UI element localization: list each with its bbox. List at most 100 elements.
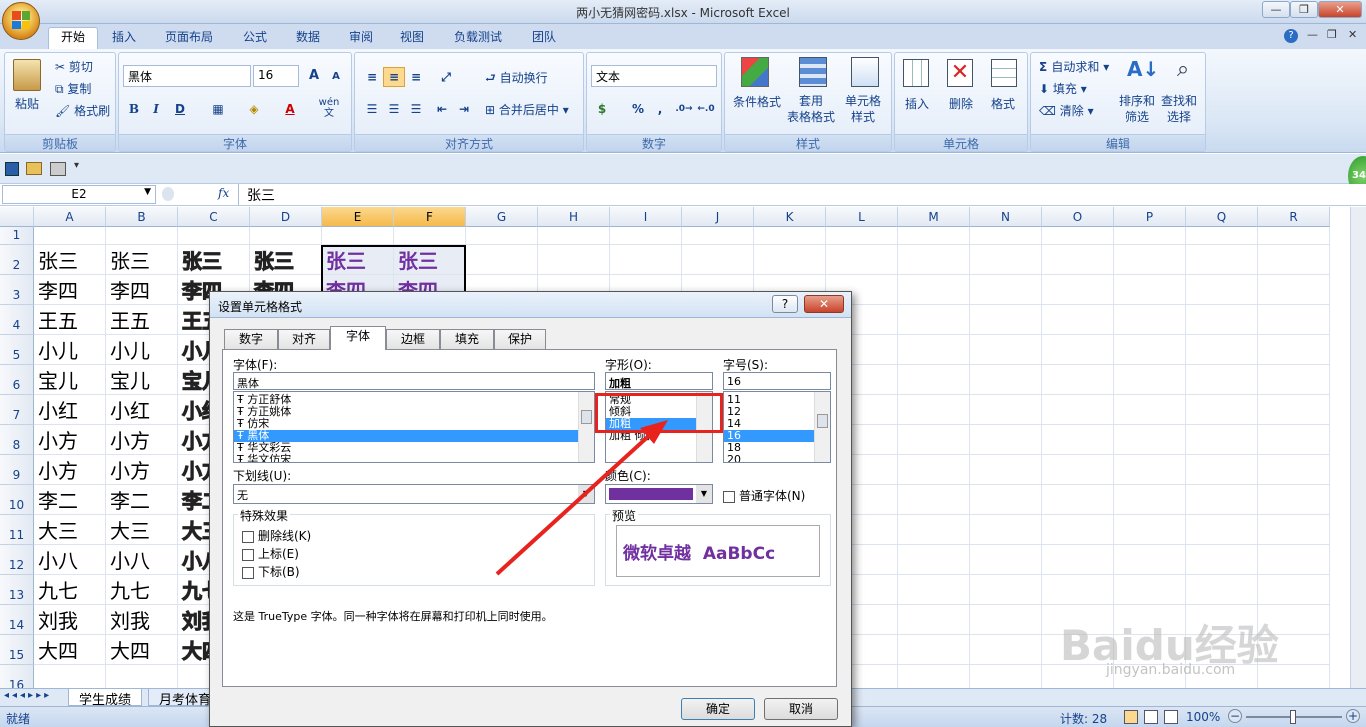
ribbon-restore-icon[interactable]: ❐ [1327,28,1337,41]
cut-button[interactable]: ✂ 剪切 [55,58,93,75]
cell[interactable] [754,227,826,245]
decrease-decimal-icon[interactable]: ←.0 [695,99,717,119]
cell[interactable] [970,455,1042,485]
cell[interactable] [1258,305,1330,335]
conditional-format-button[interactable]: 条件格式 [733,93,781,110]
sheet-nav-arrows-icon[interactable]: ◂◂◂▸▸▸ [4,690,52,701]
font-listbox[interactable]: Ŧ 方正舒体 Ŧ 方正姚体 Ŧ 仿宋 Ŧ 黑体 Ŧ 华文彩云 Ŧ 华文仿宋 [233,391,595,463]
close-window-button[interactable]: ✕ [1318,1,1362,18]
cell[interactable] [970,485,1042,515]
cell[interactable] [898,455,970,485]
cell[interactable] [898,665,970,688]
shrink-font-button[interactable]: A [325,67,347,87]
cell[interactable] [1258,275,1330,305]
column-header-p[interactable]: P [1114,207,1186,227]
print-icon[interactable] [50,162,66,176]
cell[interactable] [1114,515,1186,545]
cell[interactable] [178,227,250,245]
cell[interactable] [466,245,538,275]
restore-button[interactable]: ❐ [1290,1,1318,18]
cell[interactable] [970,245,1042,275]
ok-button[interactable]: 确定 [681,698,755,720]
cell[interactable] [1186,575,1258,605]
cell[interactable] [538,245,610,275]
cell[interactable] [1042,365,1114,395]
normal-view-icon[interactable] [1124,710,1138,724]
cell[interactable] [970,605,1042,635]
customize-qat-icon[interactable]: ▾ [74,160,79,171]
increase-decimal-icon[interactable]: .0→ [673,99,695,119]
cell[interactable] [106,665,178,688]
cell[interactable] [34,665,106,688]
cell[interactable]: 张三 [34,245,106,275]
row-header[interactable]: 14 [0,605,34,635]
cell[interactable] [898,275,970,305]
row-header[interactable]: 12 [0,545,34,575]
delete-button[interactable]: 删除 [949,95,973,112]
cell[interactable] [682,227,754,245]
cell[interactable]: 张三 [178,245,250,275]
border-icon[interactable]: ▦ [207,99,229,119]
column-header-m[interactable]: M [898,207,970,227]
cell[interactable]: 小八 [106,545,178,575]
cell[interactable] [1042,515,1114,545]
row-header[interactable]: 8 [0,425,34,455]
expand-handle-icon[interactable] [162,187,174,201]
format-painter-button[interactable]: 🖌 格式刷 [55,102,110,119]
cell[interactable] [1258,485,1330,515]
cell[interactable] [394,227,466,245]
align-middle-icon[interactable]: ≡ [383,67,405,87]
cell[interactable] [1258,455,1330,485]
tab-team[interactable]: 团队 [520,28,568,48]
open-icon[interactable] [26,162,42,175]
font-input[interactable]: 黑体 [233,372,595,390]
cell[interactable] [1186,425,1258,455]
cell[interactable] [1114,275,1186,305]
cell[interactable] [538,227,610,245]
cell[interactable]: 张三 [106,245,178,275]
cell[interactable] [1042,335,1114,365]
name-box[interactable]: E2 ▼ [2,185,156,204]
cell[interactable] [1114,395,1186,425]
cell[interactable] [1042,275,1114,305]
cell[interactable] [1042,305,1114,335]
column-header-g[interactable]: G [466,207,538,227]
cell[interactable] [1042,245,1114,275]
cell[interactable] [898,305,970,335]
cell[interactable] [1258,575,1330,605]
cell[interactable] [1186,455,1258,485]
italic-button[interactable]: I [145,99,167,119]
cell[interactable] [970,305,1042,335]
cell[interactable] [1258,395,1330,425]
cell[interactable] [1258,425,1330,455]
cell[interactable]: 小方 [106,455,178,485]
autosum-button[interactable]: Σ 自动求和 ▾ [1039,58,1109,75]
wrap-text-button[interactable]: ⮐ 自动换行 [485,69,548,90]
column-header-f[interactable]: F [394,207,466,227]
cell[interactable] [970,665,1042,688]
font-list-scrollbar[interactable] [578,392,594,462]
cell[interactable] [1042,455,1114,485]
dialog-close-button[interactable]: ✕ [804,295,844,313]
dialog-tab-border[interactable]: 边框 [386,329,440,349]
cell[interactable] [1114,245,1186,275]
cell[interactable] [1258,545,1330,575]
row-header[interactable]: 16 [0,665,34,688]
cell[interactable] [1114,575,1186,605]
cell[interactable] [826,227,898,245]
cell[interactable] [970,575,1042,605]
cell[interactable]: 小儿 [34,335,106,365]
align-bottom-icon[interactable]: ≡ [405,67,427,87]
cell[interactable] [1258,335,1330,365]
font-list-item[interactable]: Ŧ 方正姚体 [234,406,594,418]
row-header[interactable]: 2 [0,245,34,275]
cell[interactable] [1042,485,1114,515]
row-header[interactable]: 9 [0,455,34,485]
help-icon[interactable]: ? [1284,29,1298,43]
cell[interactable] [898,425,970,455]
cell[interactable] [466,227,538,245]
dialog-help-button[interactable]: ? [772,295,798,313]
font-list-item[interactable]: Ŧ 仿宋 [234,418,594,430]
cell[interactable] [1042,575,1114,605]
tab-page-layout[interactable]: 页面布局 [153,28,225,48]
